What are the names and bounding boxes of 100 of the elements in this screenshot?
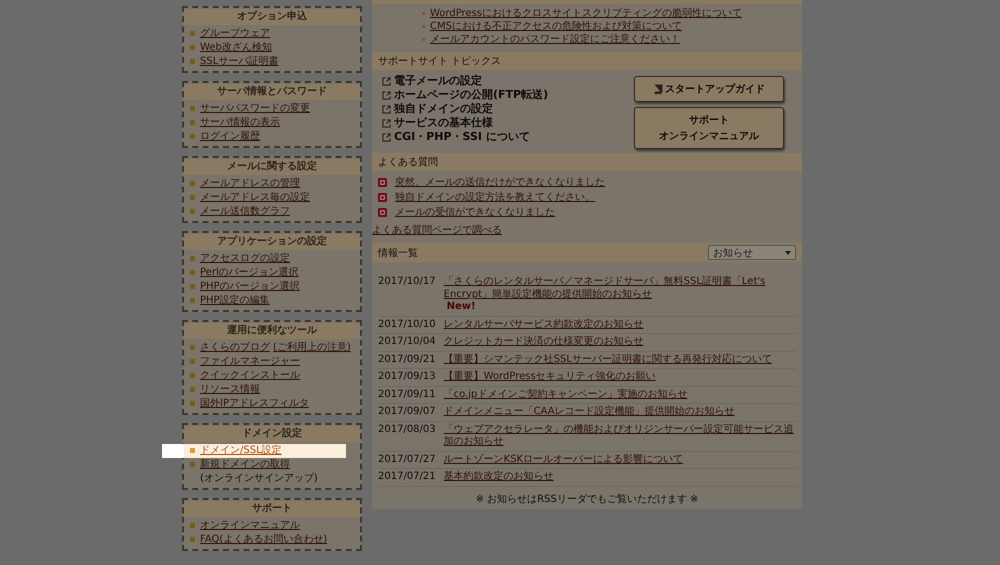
bullet-icon — [190, 448, 195, 453]
link-subtext: (オンラインサインアップ) — [200, 472, 318, 486]
bullet-icon — [190, 31, 195, 36]
news-link[interactable]: 【重要】シマンテック社SSLサーバー証明書に関する再発行対応について — [444, 354, 772, 366]
bullet-icon — [190, 387, 195, 392]
sidebar-link[interactable]: メールアドレス毎の設定 — [200, 192, 310, 203]
faq-more-link[interactable]: よくある質問ページで調べる — [372, 223, 502, 237]
news-link[interactable]: 【重要】WordPressセキュリティ強化のお願い — [444, 371, 656, 384]
sidebar-link[interactable]: ドメイン/SSL設定 — [200, 445, 282, 456]
topic-link[interactable]: CGI・PHP・SSI について — [394, 130, 530, 144]
external-link-icon — [382, 90, 391, 100]
news-date: 2017/09/13 — [378, 371, 436, 384]
sidebar-link[interactable]: Perlのバージョン選択 — [200, 267, 299, 278]
sidebar-link[interactable]: クイックインストール — [200, 370, 300, 381]
sidebar-link[interactable]: FAQ(よくあるお問い合わせ) — [200, 534, 328, 545]
faq-link[interactable]: メールの受信ができなくなりました — [395, 205, 555, 220]
news-link[interactable]: 基本約款改定のお知らせ — [444, 471, 554, 484]
external-link-icon — [382, 132, 391, 142]
note-link[interactable]: (ご利用上の注意) — [273, 342, 351, 353]
bullet-icon — [190, 106, 195, 111]
section-title: オプション申込 — [184, 9, 360, 25]
external-link-icon — [382, 76, 391, 86]
sidebar-link[interactable]: グループウェア — [200, 28, 270, 39]
topic-link[interactable]: 独自ドメインの設定 — [394, 102, 493, 116]
section-title: ドメイン設定 — [184, 426, 360, 442]
section-title: 運用に便利なツール — [184, 323, 360, 339]
news-date: 2017/09/07 — [378, 406, 436, 418]
sidebar-link[interactable]: 国外IPアドレスフィルタ — [200, 398, 309, 409]
bullet-icon — [190, 523, 195, 528]
section-title: よくある質問 — [378, 156, 438, 169]
sidebar-link[interactable]: 新規ドメインの取得 — [200, 459, 290, 470]
sidebar-link[interactable]: さくらのブログ — [200, 342, 270, 353]
news-date: 2017/10/10 — [378, 318, 436, 331]
bullet-icon — [422, 12, 425, 15]
sidebar-link[interactable]: ログイン履歴 — [200, 131, 260, 142]
external-link-icon — [382, 104, 391, 114]
sidebar-link[interactable]: オンラインマニュアル — [200, 520, 300, 531]
sidebar-link[interactable]: SSLサーバ証明書 — [200, 56, 278, 67]
notice-link[interactable]: CMSにおける不正アクセスの危険性および対策について — [430, 20, 682, 33]
sidebar-link[interactable]: PHPのバージョン選択 — [200, 281, 300, 292]
bullet-icon — [190, 359, 195, 364]
bullet-icon — [190, 298, 195, 303]
notice-link[interactable]: WordPressにおけるクロスサイトスクリプティングの脆弱性について — [430, 7, 742, 20]
news-date: 2017/08/03 — [378, 424, 436, 436]
notice-link[interactable]: メールアカウントのパスワード設定にご注意ください！ — [430, 33, 680, 46]
bullet-icon — [422, 25, 425, 28]
faq-link[interactable]: 独自ドメインの設定方法を教えてください。 — [395, 190, 595, 205]
topic-link[interactable]: 電子メールの設定 — [394, 74, 482, 88]
bullet-icon — [190, 209, 195, 214]
sidebar-link[interactable]: Web改ざん検知 — [200, 42, 272, 53]
sidebar-link[interactable]: メール送信数グラフ — [200, 206, 290, 217]
topic-link[interactable]: サービスの基本仕様 — [394, 116, 493, 130]
rss-note: ※ お知らせはRSSリーダでもご覧いただけます ※ — [474, 492, 700, 506]
sidebar-link[interactable]: メールアドレスの管理 — [200, 178, 300, 189]
bullet-icon — [190, 134, 195, 139]
sidebar-link[interactable]: サーバ情報の表示 — [200, 117, 280, 128]
bullet-icon — [190, 270, 195, 275]
bullet-icon — [190, 120, 195, 125]
sidebar-link[interactable]: PHP設定の編集 — [200, 295, 270, 306]
news-link[interactable]: 「ウェブアクセラレータ」の機能およびオリジンサーバー設定可能サービス追加のお知らせ — [444, 424, 796, 448]
news-date: 2017/07/27 — [378, 454, 436, 466]
section-title: メールに関する設定 — [184, 159, 360, 175]
new-label: New! — [446, 301, 476, 312]
news-date: 2017/10/17 — [378, 276, 436, 289]
section-title: 情報一覧 — [378, 246, 418, 260]
news-link[interactable]: ドメインメニュー「CAAレコード設定機能」提供開始のお知らせ — [444, 406, 735, 418]
support-button[interactable]: スタートアップガイド — [634, 76, 784, 102]
news-link[interactable]: 「co.jpドメインご契約キャンペーン」実施のお知らせ — [444, 388, 688, 401]
topic-link[interactable]: ホームページの公開(FTP転送) — [394, 88, 548, 102]
news-date: 2017/10/04 — [378, 336, 436, 348]
bullet-icon — [190, 462, 195, 467]
bullet-icon — [190, 373, 195, 378]
bullet-icon — [190, 45, 195, 50]
bullet-icon — [190, 195, 195, 200]
news-date: 2017/09/11 — [378, 388, 436, 401]
sidebar-link[interactable]: ファイルマネージャー — [200, 356, 300, 367]
bullet-icon — [190, 537, 195, 542]
bullet-icon — [422, 38, 425, 41]
section-title: サポートサイト トピックス — [378, 55, 502, 68]
news-date: 2017/07/21 — [378, 471, 436, 484]
support-button[interactable]: サポート オンラインマニュアル — [634, 107, 784, 149]
sidebar-link[interactable]: サーバパスワードの変更 — [200, 103, 310, 114]
caret-icon — [785, 250, 791, 254]
category-select[interactable]: お知らせ — [708, 245, 796, 260]
bullet-icon — [190, 59, 195, 64]
news-link[interactable]: レンタルサーバサービス約款改定のお知らせ — [444, 318, 644, 331]
external-link-icon — [382, 118, 391, 128]
bullet-icon — [190, 181, 195, 186]
section-title: サーバ情報とパスワード — [184, 84, 360, 100]
news-link[interactable]: 「さくらのレンタルサーバ／マネージドサーバ」無料SSL証明書「Let's Encrypt」簡単設定機能の提供開始のお知らせ — [444, 276, 796, 301]
bullet-icon — [190, 256, 195, 261]
section-title: アプリケーションの設定 — [184, 234, 360, 250]
sidebar-link[interactable]: アクセスログの設定 — [200, 253, 290, 264]
news-date: 2017/09/21 — [378, 354, 436, 366]
news-link[interactable]: クレジットカード決済の仕様変更のお知らせ — [444, 336, 644, 348]
faq-link[interactable]: 突然、メールの送信だけができなくなりました — [395, 175, 605, 190]
news-link[interactable]: ルートゾーンKSKロールオーバーによる影響について — [444, 454, 684, 466]
bullet-icon — [190, 401, 195, 406]
section-title: サポート — [184, 501, 360, 517]
sidebar-link[interactable]: リソース情報 — [200, 384, 260, 395]
